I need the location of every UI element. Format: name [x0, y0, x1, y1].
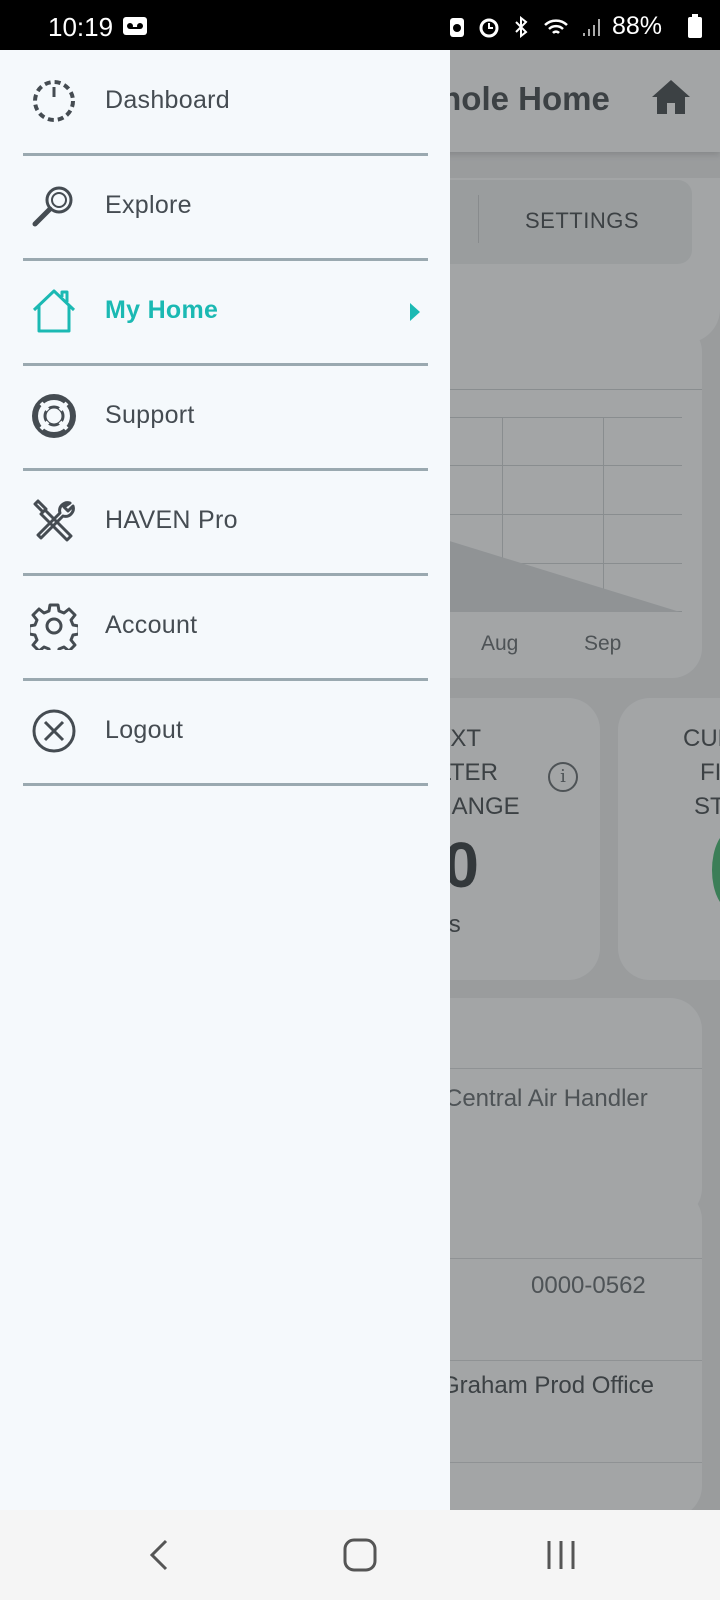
- menu-label: Account: [105, 611, 198, 639]
- recents-button[interactable]: [541, 1535, 581, 1575]
- menu-item-my-home[interactable]: My Home: [0, 260, 450, 363]
- menu-label: Support: [105, 401, 195, 429]
- house-icon: [32, 289, 76, 333]
- menu-item-explore[interactable]: Explore: [0, 155, 450, 258]
- menu-label: Logout: [105, 716, 184, 744]
- menu-item-haven-pro[interactable]: HAVEN Pro: [0, 470, 450, 573]
- battery-icon: [688, 14, 702, 38]
- menu-divider: [23, 783, 428, 786]
- close-circle-icon: [32, 709, 76, 753]
- navigation-drawer: Dashboard Explore My Home Support HAVEN …: [0, 50, 450, 1510]
- back-button[interactable]: [140, 1535, 180, 1575]
- magnifier-icon: [32, 186, 73, 227]
- status-time: 10:19: [48, 12, 114, 42]
- menu-item-logout[interactable]: Logout: [0, 680, 450, 783]
- status-icons: 88%: [446, 12, 662, 41]
- menu-label: Explore: [105, 191, 192, 219]
- battery-percent: 88%: [611, 12, 662, 40]
- home-button[interactable]: [340, 1535, 380, 1575]
- wifi-icon: [544, 18, 568, 34]
- tools-icon: [33, 499, 75, 542]
- status-bar: 10:19 88%: [0, 0, 720, 50]
- bluetooth-icon: [515, 15, 528, 38]
- voicemail-icon: [123, 17, 147, 35]
- menu-item-dashboard[interactable]: Dashboard: [0, 50, 450, 153]
- alarm-icon: [479, 18, 499, 37]
- chevron-right-icon: [410, 303, 420, 321]
- dashboard-icon: [33, 80, 75, 122]
- menu-label: My Home: [105, 296, 219, 324]
- system-nav-bar: [0, 1510, 720, 1600]
- menu-item-support[interactable]: Support: [0, 365, 450, 468]
- menu-item-account[interactable]: Account: [0, 575, 450, 678]
- menu-label: HAVEN Pro: [105, 506, 238, 534]
- signal-icon: [582, 18, 600, 36]
- recycle-icon: [449, 17, 464, 37]
- lifebuoy-icon: [32, 394, 76, 438]
- menu-label: Dashboard: [105, 86, 231, 114]
- gear-icon: [30, 603, 78, 650]
